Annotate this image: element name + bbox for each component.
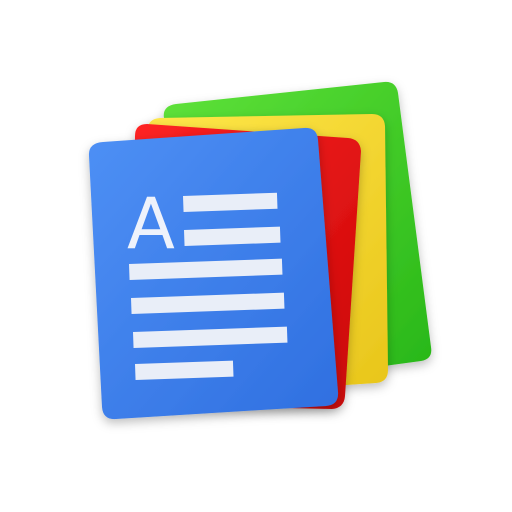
text-line-1: [183, 192, 278, 212]
text-line-2: [184, 226, 281, 246]
text-line-6: [135, 360, 234, 380]
documents-app-icon: A: [88, 81, 432, 420]
letter-a-glyph: A: [127, 183, 175, 265]
app-icon: A: [0, 0, 512, 512]
